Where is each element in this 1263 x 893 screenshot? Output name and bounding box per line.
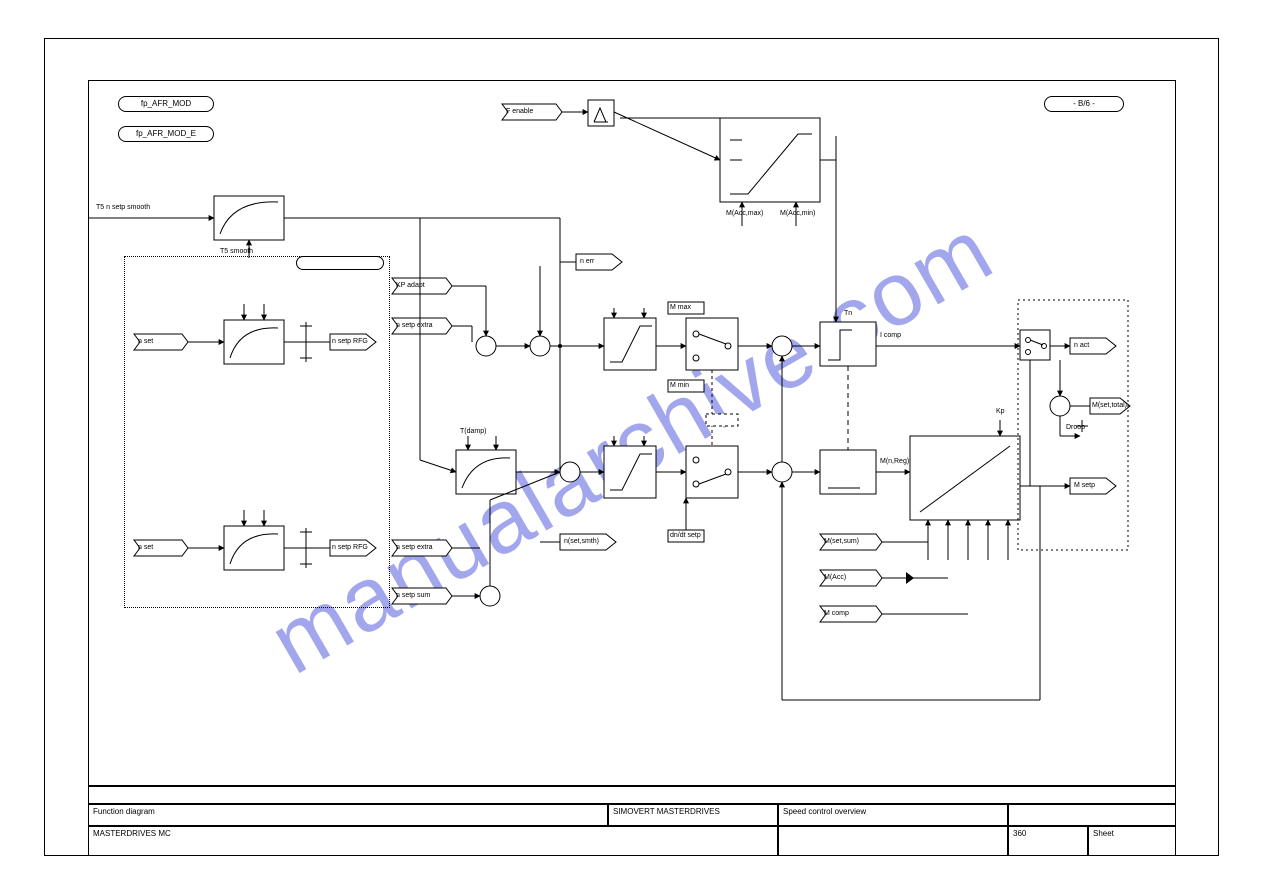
lbl-ramp-out1: n setp RFG [332, 338, 368, 345]
tb-r3-b [778, 826, 1008, 856]
lbl-ramp-in1: n set [138, 338, 153, 345]
rfg-label [296, 256, 384, 270]
rfg-group [124, 256, 390, 608]
lbl-fenable: F enable [506, 108, 533, 115]
lbl-kpadapt: KP adapt [396, 282, 425, 289]
lbl-msettotal: M(set,total) [1092, 402, 1127, 409]
tb-r2-b: SIMOVERT MASTERDRIVES [608, 804, 778, 826]
lbl-maccmax: M(Acc,max) [726, 210, 763, 217]
lbl-ramp-in2: n set [138, 544, 153, 551]
tb-r3-d: Sheet [1088, 826, 1176, 856]
lbl-dndt-setp: dn/dt setp [670, 532, 701, 539]
lbl-maccmin: M(Acc,min) [780, 210, 815, 217]
tb-r3-a: MASTERDRIVES MC [88, 826, 778, 856]
lbl-mcomp: M comp [824, 610, 849, 617]
lbl-msetp: M setp [1074, 482, 1095, 489]
lbl-tn: Tn [844, 310, 852, 317]
lbl-t5-smooth: T5 smooth [220, 248, 253, 255]
tb-r2-a: Function diagram [88, 804, 608, 826]
lbl-nsmth: n(set,smth) [564, 538, 599, 545]
lbl-nsetextra2: n setp extra [396, 544, 433, 551]
tb-r3-c: 360 [1008, 826, 1088, 856]
lbl-mnreg: M(n,Reg) [880, 458, 909, 465]
tb-r2-d [1008, 804, 1176, 826]
lbl-droop: Droop [1066, 424, 1085, 431]
lbl-nsetextra1: n setp extra [396, 322, 433, 329]
lbl-nsetsum: n setp sum [396, 592, 430, 599]
lbl-kp: Kp [996, 408, 1005, 415]
lbl-nerr1: n err [580, 258, 594, 265]
lbl-td: T(damp) [460, 428, 486, 435]
lbl-nact: n act [1074, 342, 1089, 349]
tb-r2-c: Speed control overview [778, 804, 1008, 826]
lbl-macc: M(Acc) [824, 574, 846, 581]
lbl-ramp-out2: n setp RFG [332, 544, 368, 551]
lbl-msetsum: M(set,sum) [824, 538, 859, 545]
lbl-in-top: T5 n setp smooth [96, 204, 150, 211]
tb-r1-a [88, 786, 1176, 804]
lbl-icomp: I comp [880, 332, 901, 339]
lbl-mmin: M min [670, 382, 689, 389]
lbl-mmax: M max [670, 304, 691, 311]
